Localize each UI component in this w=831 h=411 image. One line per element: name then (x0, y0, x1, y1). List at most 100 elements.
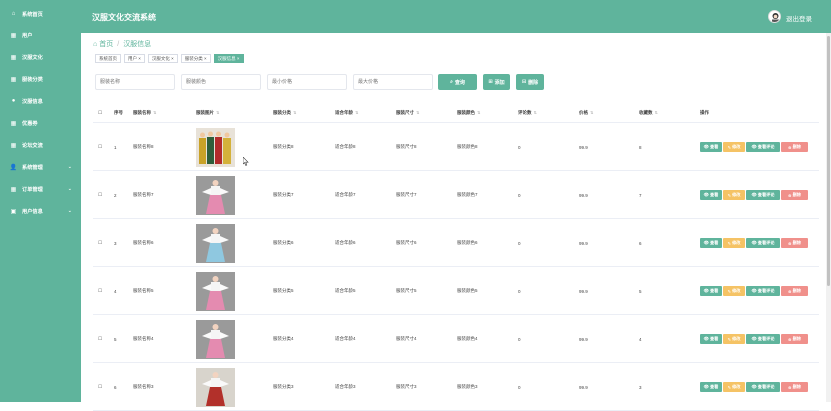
hanfu-image[interactable] (196, 368, 235, 407)
sidebar-item-system[interactable]: 👤 系统管理 ⌄ (0, 160, 81, 174)
table-row[interactable]: ☐ 2 服装名称7 服装分类7 适合年龄7 服装尺寸7 服装颜色7 0 99.9 7 👁 查看 ✎ 修改 👁… (93, 171, 819, 219)
sort-icon: ⇅ (355, 110, 359, 115)
home-icon: ⌂ (93, 40, 98, 48)
edit-button[interactable]: ✎ 修改 (723, 334, 745, 344)
col-favs[interactable]: 收藏数 ⇅ (639, 103, 658, 123)
col-color[interactable]: 服装颜色 ⇅ (457, 103, 480, 123)
edit-button[interactable]: ✎ 修改 (723, 142, 745, 152)
query-button[interactable]: ⌕ 查询 (438, 74, 477, 90)
tag-category[interactable]: 服装分类 × (180, 54, 211, 63)
table-row[interactable]: ☐ 5 服装名称4 服装分类4 适合年龄4 服装尺寸4 服装颜色4 0 99.9 4 👁 查看 ✎ 修改 👁… (93, 315, 819, 363)
eye-icon: 👁 (703, 192, 709, 197)
delete-button[interactable]: ⊟ 删除 (516, 74, 544, 90)
view-button[interactable]: 👁 查看 (700, 334, 722, 344)
eye-icon: 👁 (751, 144, 757, 149)
avatar-image (769, 11, 780, 22)
edit-button[interactable]: ✎ 修改 (723, 382, 745, 392)
sidebar-item-label: 系统管理 (22, 164, 43, 171)
tag-hanfu[interactable]: 汉服信息 × (213, 54, 244, 63)
color-search-input[interactable] (181, 74, 261, 90)
logout-link[interactable]: 退出登录 (786, 13, 812, 23)
row-checkbox[interactable]: ☐ (98, 123, 102, 171)
name-search-input[interactable] (95, 74, 175, 90)
breadcrumb: ⌂ 首页 / 汉服信息 (93, 39, 151, 49)
cell-no: 5 (114, 336, 117, 342)
view-button[interactable]: 👁 查看 (700, 286, 722, 296)
sidebar-item-category[interactable]: ▦ 服装分类 (0, 72, 81, 86)
hanfu-image[interactable] (196, 272, 235, 311)
sidebar-item-home[interactable]: ⌂ 系统首页 (0, 7, 81, 21)
hanfu-image[interactable] (196, 224, 235, 263)
col-comments[interactable]: 评论数 ⇅ (518, 103, 537, 123)
delete-row-button[interactable]: ⊗ 删除 (781, 286, 808, 296)
select-all-checkbox[interactable]: ☐ (98, 103, 102, 123)
delete-row-button[interactable]: ⊗ 删除 (781, 190, 808, 200)
tag-users[interactable]: 用户 × (124, 54, 145, 63)
sidebar-item-coupon[interactable]: ▦ 优惠券 (0, 116, 81, 130)
sidebar-item-culture[interactable]: ▦ 汉服文化 (0, 50, 81, 64)
avatar[interactable] (768, 10, 781, 23)
delete-row-button[interactable]: ⊗ 删除 (781, 238, 808, 248)
sidebar-item-users[interactable]: ▦ 用户 (0, 28, 81, 42)
table-row[interactable]: ☐ 6 服装名称3 服装分类3 适合年龄3 服装尺寸3 服装颜色3 0 99.9 3 👁 查看 ✎ 修改 👁… (93, 363, 819, 411)
tags-view: 系统首页 用户 × 汉服文化 × 服装分类 × 汉服信息 × (95, 54, 244, 63)
row-checkbox[interactable]: ☐ (98, 315, 102, 363)
view-button[interactable]: 👁 查看 (700, 382, 722, 392)
table-row[interactable]: ☐ 3 服装名称6 服装分类6 适合年龄6 服装尺寸6 服装颜色6 0 99.9 6 👁 查看 ✎ 修改 👁… (93, 219, 819, 267)
tag-home[interactable]: 系统首页 (95, 54, 121, 63)
view-comments-button[interactable]: 👁 查看评论 (746, 334, 780, 344)
hanfu-image[interactable] (196, 320, 235, 359)
delete-row-button[interactable]: ⊗ 删除 (781, 382, 808, 392)
col-size[interactable]: 服装尺寸 ⇅ (396, 103, 419, 123)
row-actions: 👁 查看 ✎ 修改 👁 查看评论 ⊗ 删除 (700, 334, 808, 344)
edit-button[interactable]: ✎ 修改 (723, 190, 745, 200)
view-comments-button[interactable]: 👁 查看评论 (746, 238, 780, 248)
breadcrumb-home[interactable]: 首页 (99, 39, 113, 49)
hanfu-photo (196, 320, 235, 359)
min-price-input[interactable] (267, 74, 347, 90)
col-image[interactable]: 服装图片 ⇅ (196, 103, 219, 123)
view-comments-button[interactable]: 👁 查看评论 (746, 286, 780, 296)
scrollbar[interactable] (826, 33, 831, 402)
sidebar-item-hanfu[interactable]: ● 汉服信息 (0, 94, 81, 108)
scrollbar-thumb[interactable] (827, 36, 830, 286)
hanfu-image[interactable] (196, 128, 235, 167)
row-checkbox[interactable]: ☐ (98, 267, 102, 315)
sidebar-item-orders[interactable]: ▦ 订单管理 ⌄ (0, 182, 81, 196)
app-title: 汉服文化交流系统 (92, 13, 156, 22)
table-row[interactable]: ☐ 4 服装名称5 服装分类5 适合年龄5 服装尺寸5 服装颜色5 0 99.9 5 👁 查看 ✎ 修改 👁… (93, 267, 819, 315)
cell-favs: 3 (639, 384, 642, 390)
sidebar-item-userinfo[interactable]: ▣ 用户信息 ⌄ (0, 204, 81, 218)
delete-row-button[interactable]: ⊗ 删除 (781, 142, 808, 152)
trash-icon: ⊟ (521, 79, 527, 85)
action-label: 删除 (792, 240, 801, 245)
col-name[interactable]: 服装名称 ⇅ (133, 103, 156, 123)
edit-button[interactable]: ✎ 修改 (723, 286, 745, 296)
sort-icon: ⇅ (590, 110, 594, 115)
view-comments-button[interactable]: 👁 查看评论 (746, 142, 780, 152)
cell-favs: 8 (639, 144, 642, 150)
add-button[interactable]: ⊞ 添加 (483, 74, 510, 90)
row-checkbox[interactable]: ☐ (98, 363, 102, 411)
col-age[interactable]: 适合年龄 ⇅ (335, 103, 358, 123)
sidebar-item-forum[interactable]: ▦ 论坛交流 (0, 138, 81, 152)
hanfu-image[interactable] (196, 176, 235, 215)
hanfu-photo (196, 368, 235, 407)
view-button[interactable]: 👁 查看 (700, 238, 722, 248)
view-comments-button[interactable]: 👁 查看评论 (746, 190, 780, 200)
cell-size: 服装尺寸3 (396, 384, 417, 389)
search-icon: ⌕ (450, 79, 453, 85)
edit-button[interactable]: ✎ 修改 (723, 238, 745, 248)
row-checkbox[interactable]: ☐ (98, 171, 102, 219)
view-button[interactable]: 👁 查看 (700, 142, 722, 152)
col-category[interactable]: 服装分类 ⇅ (273, 103, 296, 123)
table-row[interactable]: ☐ 1 服装名称8 服装分类8 适合年龄8 服装尺寸8 服装颜色8 0 99.9 8 👁 查看 ✎ 修改 👁… (93, 123, 819, 171)
tag-culture[interactable]: 汉服文化 × (147, 54, 178, 63)
view-comments-button[interactable]: 👁 查看评论 (746, 382, 780, 392)
view-button[interactable]: 👁 查看 (700, 190, 722, 200)
sort-icon: ⇅ (654, 110, 658, 115)
col-price[interactable]: 价格 ⇅ (579, 103, 593, 123)
delete-row-button[interactable]: ⊗ 删除 (781, 334, 808, 344)
max-price-input[interactable] (353, 74, 433, 90)
row-checkbox[interactable]: ☐ (98, 219, 102, 267)
